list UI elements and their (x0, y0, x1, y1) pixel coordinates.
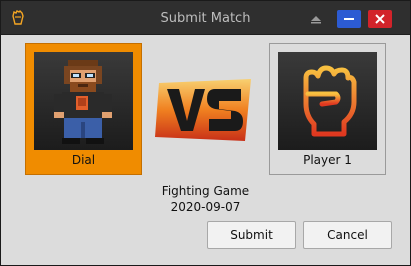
close-button[interactable] (368, 10, 392, 28)
player-name-right: Player 1 (303, 153, 352, 167)
pixel-avatar-icon (34, 52, 133, 150)
title-bar[interactable]: Submit Match (1, 1, 410, 35)
game-name: Fighting Game (161, 184, 250, 198)
player-name-left: Dial (71, 153, 96, 167)
cancel-button[interactable]: Cancel (303, 221, 392, 249)
minimize-icon (344, 18, 354, 20)
vs-icon (155, 79, 251, 141)
fist-icon (278, 52, 377, 150)
minimize-button[interactable] (337, 10, 361, 28)
match-date: 2020-09-07 (170, 200, 241, 214)
shade-icon[interactable] (310, 14, 322, 24)
player-card-player-1[interactable]: Player 1 (269, 43, 386, 175)
submit-match-window: Submit Match Dial Player 1 Fighting Game… (0, 0, 411, 266)
submit-button[interactable]: Submit (207, 221, 296, 249)
player-card-dial[interactable]: Dial (25, 43, 142, 175)
close-icon (375, 14, 385, 24)
